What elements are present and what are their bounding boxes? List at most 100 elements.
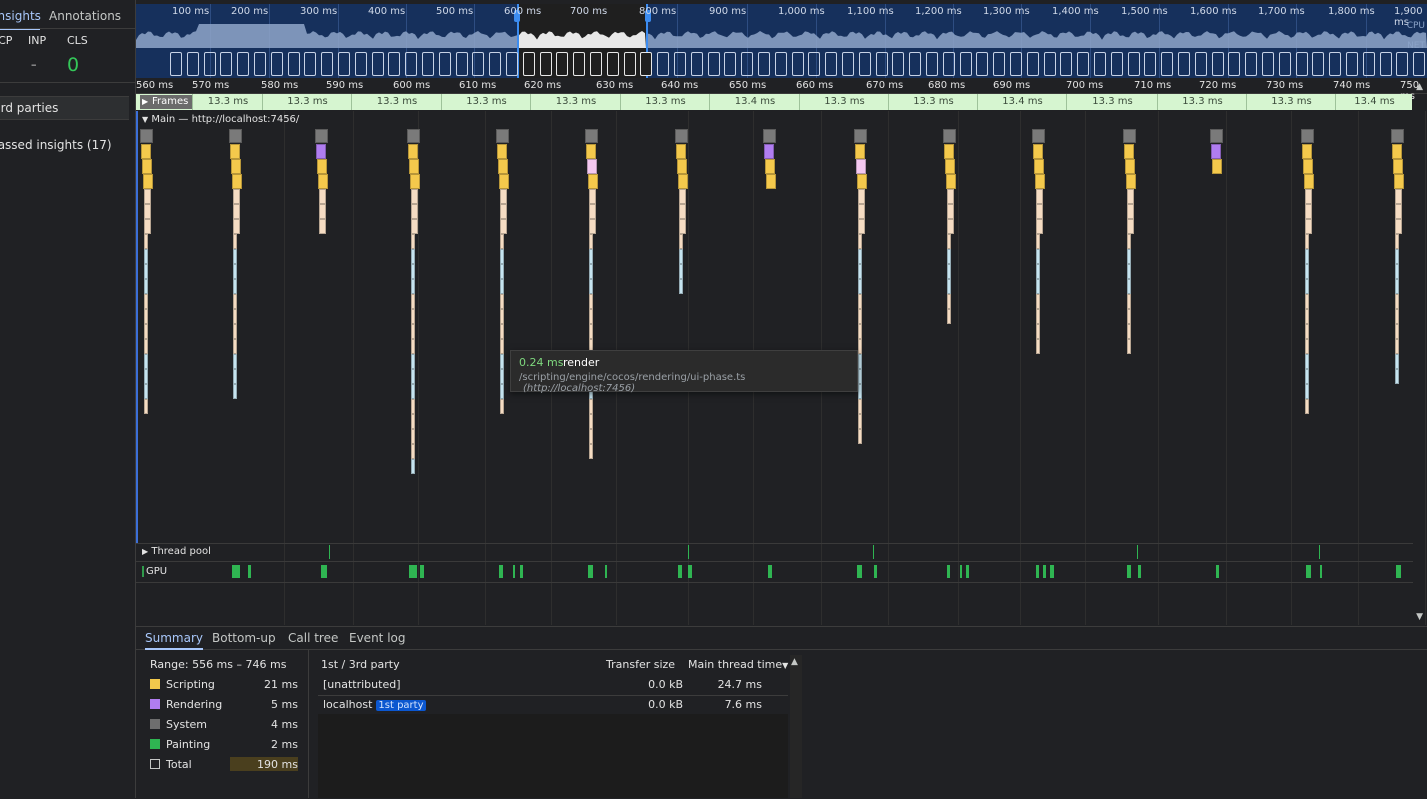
call-frame[interactable] [144, 189, 151, 204]
call-frame[interactable] [1305, 204, 1312, 219]
call-frame[interactable] [411, 339, 415, 354]
call-frame[interactable] [856, 159, 866, 174]
call-frame[interactable] [232, 174, 242, 189]
call-frame[interactable] [411, 264, 415, 279]
call-frame[interactable] [1305, 309, 1309, 324]
call-frame[interactable] [858, 264, 862, 279]
call-frame[interactable] [765, 159, 775, 174]
call-frame[interactable] [411, 369, 415, 384]
call-frame[interactable] [500, 279, 504, 294]
call-frame[interactable] [589, 279, 593, 294]
gpu-track[interactable] [136, 561, 1413, 583]
call-frame[interactable] [1305, 189, 1312, 204]
table-row[interactable]: localhost 1st party 0.0 kB 7.6 ms [318, 695, 788, 715]
main-track-label[interactable]: ▼ Main — http://localhost:7456/ [142, 114, 299, 125]
call-frame[interactable] [233, 324, 237, 339]
task-block[interactable] [763, 129, 776, 143]
call-frame[interactable] [677, 159, 687, 174]
call-frame[interactable] [1127, 189, 1134, 204]
call-frame[interactable] [947, 219, 954, 234]
call-frame[interactable] [144, 264, 148, 279]
call-frame[interactable] [589, 414, 593, 429]
call-frame[interactable] [408, 144, 418, 159]
call-frame[interactable] [679, 279, 683, 294]
call-frame[interactable] [1305, 399, 1309, 414]
call-frame[interactable] [411, 444, 415, 459]
task-block[interactable] [585, 129, 598, 143]
call-frame[interactable] [1305, 279, 1309, 294]
call-frame[interactable] [1395, 279, 1399, 294]
panel-divider[interactable] [308, 650, 309, 798]
call-frame[interactable] [1394, 174, 1404, 189]
call-frame[interactable] [500, 384, 504, 399]
call-frame[interactable] [947, 249, 951, 264]
call-frame[interactable] [1036, 249, 1040, 264]
call-frame[interactable] [858, 429, 862, 444]
call-frame[interactable] [1305, 324, 1309, 339]
frame-block[interactable]: 13.3 ms [351, 94, 442, 110]
call-frame[interactable] [589, 294, 593, 309]
call-frame[interactable] [1036, 264, 1040, 279]
call-frame[interactable] [858, 339, 862, 354]
call-frame[interactable] [411, 384, 415, 399]
call-frame[interactable] [1395, 189, 1402, 204]
scroll-down-icon[interactable]: ▼ [1416, 612, 1423, 622]
call-frame[interactable] [1211, 144, 1221, 159]
call-frame[interactable] [411, 414, 415, 429]
call-frame[interactable] [1036, 309, 1040, 324]
call-frame[interactable] [1127, 294, 1131, 309]
call-frame[interactable] [589, 234, 593, 249]
call-frame[interactable] [1395, 204, 1402, 219]
scroll-up-icon[interactable]: ▲ [791, 657, 798, 667]
col-party[interactable]: 1st / 3rd party [321, 658, 400, 671]
call-frame[interactable] [589, 204, 596, 219]
call-frame[interactable] [144, 219, 151, 234]
call-frame[interactable] [858, 309, 862, 324]
call-frame[interactable] [1036, 189, 1043, 204]
call-frame[interactable] [1302, 144, 1312, 159]
call-frame[interactable] [411, 234, 415, 249]
call-frame[interactable] [858, 279, 862, 294]
call-frame[interactable] [947, 234, 951, 249]
call-frame[interactable] [1395, 339, 1399, 354]
call-frame[interactable] [144, 249, 148, 264]
thread-pool-track[interactable] [136, 543, 1413, 562]
task-block[interactable] [854, 129, 867, 143]
call-frame[interactable] [500, 219, 507, 234]
call-frame[interactable] [144, 204, 151, 219]
call-frame[interactable] [1127, 204, 1134, 219]
call-frame[interactable] [1127, 234, 1131, 249]
call-frame[interactable] [411, 309, 415, 324]
call-frame[interactable] [1305, 219, 1312, 234]
call-frame[interactable] [144, 399, 148, 414]
call-frame[interactable] [409, 159, 419, 174]
call-frame[interactable] [500, 369, 504, 384]
call-frame[interactable] [676, 144, 686, 159]
frame-block[interactable]: 13.3 ms [441, 94, 531, 110]
call-frame[interactable] [410, 174, 420, 189]
thread-pool-label[interactable]: ▶ Thread pool [142, 546, 211, 557]
call-frame[interactable] [144, 294, 148, 309]
call-frame[interactable] [1395, 249, 1399, 264]
call-frame[interactable] [1395, 369, 1399, 384]
task-block[interactable] [1210, 129, 1223, 143]
call-frame[interactable] [857, 174, 867, 189]
call-frame[interactable] [411, 279, 415, 294]
call-frame[interactable] [1035, 174, 1045, 189]
call-frame[interactable] [144, 354, 148, 369]
call-frame[interactable] [231, 159, 241, 174]
call-frame[interactable] [144, 384, 148, 399]
call-frame[interactable] [233, 204, 240, 219]
call-frame[interactable] [500, 249, 504, 264]
call-frame[interactable] [1127, 264, 1131, 279]
call-frame[interactable] [944, 144, 954, 159]
call-frame[interactable] [1036, 234, 1040, 249]
call-frame[interactable] [1127, 249, 1131, 264]
call-frame[interactable] [411, 189, 418, 204]
table-scrollbar[interactable]: ▲ [790, 655, 802, 798]
frame-block[interactable]: 13.3 ms [1066, 94, 1158, 110]
frame-block[interactable]: 13.3 ms [1246, 94, 1336, 110]
task-block[interactable] [1301, 129, 1314, 143]
call-frame[interactable] [858, 234, 862, 249]
call-frame[interactable] [318, 174, 328, 189]
